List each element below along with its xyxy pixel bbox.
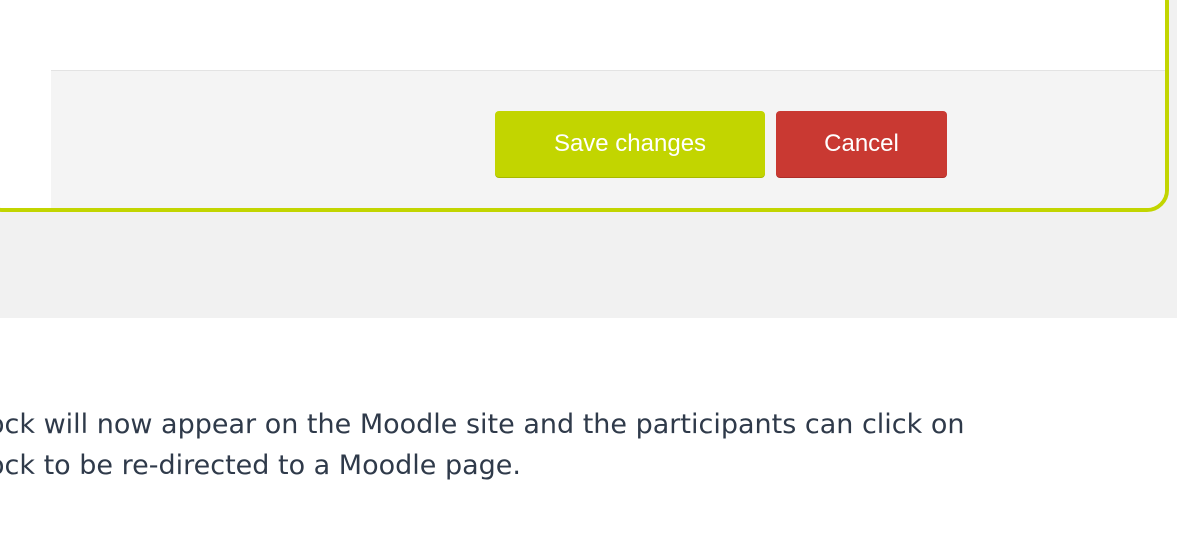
cancel-button[interactable]: Cancel [776, 111, 947, 177]
modal-body [0, 0, 1165, 70]
document-page: Save changes Cancel ock will now appear … [0, 0, 1177, 539]
instruction-line-1: ock will now appear on the Moodle site a… [0, 409, 965, 440]
instruction-text: ock will now appear on the Moodle site a… [0, 404, 1177, 486]
instruction-line-2: ock to be re-directed to a Moodle page. [0, 450, 521, 481]
settings-modal: Save changes Cancel [0, 0, 1169, 212]
save-changes-button[interactable]: Save changes [495, 111, 765, 177]
embedded-screenshot: Save changes Cancel [0, 0, 1177, 318]
modal-footer: Save changes Cancel [51, 70, 1165, 208]
